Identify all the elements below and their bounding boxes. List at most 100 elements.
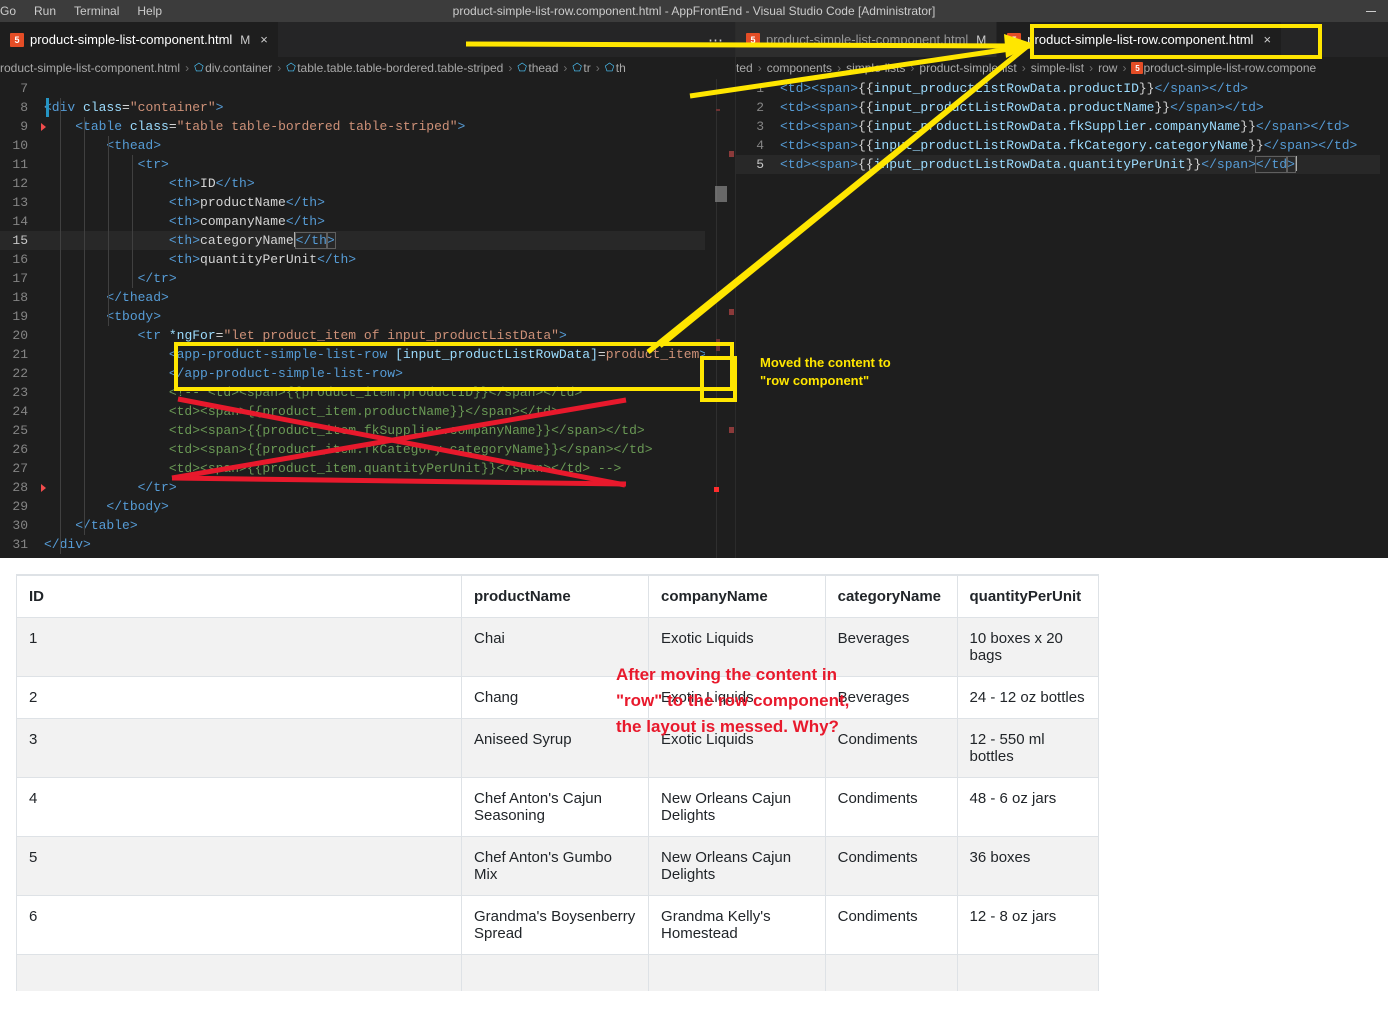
table-body: 1 Chai Exotic Liquids Beverages 10 boxes x 2… [15, 617, 1124, 991]
column-header-id: ID [15, 574, 463, 618]
breadcrumb-item-table[interactable]: table.table.table-bordered.table-striped [297, 61, 503, 75]
table-head: ID productName companyName categoryName … [15, 574, 1124, 618]
table-row: 5 Chef Anton's Gumbo Mix New Orleans Cajun… [15, 836, 1124, 896]
scrollbar-marker [729, 427, 734, 433]
tab-product-simple-list-row-component[interactable]: 5 product-simple-list-row.component.html… [997, 22, 1283, 57]
line-number: 8 [20, 100, 28, 115]
breadcrumb-separator: › [563, 61, 568, 75]
cell-productname: Chef Anton's Gumbo Mix [461, 836, 650, 896]
scrollbar-marker [729, 309, 734, 315]
code-line: 1 <td><span>{{input_productListRowData.p… [736, 79, 1388, 98]
breadcrumb-separator: › [277, 61, 282, 75]
minimap-left[interactable] [705, 79, 727, 558]
breadcrumb-item-tr[interactable]: tr [583, 61, 590, 75]
line-number: 15 [12, 233, 28, 248]
cell-quantityperunit: 12 - 8 oz jars [956, 895, 1099, 955]
line-number: 5 [756, 157, 764, 172]
menu-item-go[interactable]: Go [0, 0, 25, 22]
line-number: 19 [12, 309, 28, 324]
line-number: 28 [12, 480, 28, 495]
line-content: <td><span>{{input_productListRowData.qua… [780, 156, 1297, 173]
browser-preview-pane: ID productName companyName categoryName … [0, 558, 1388, 1028]
cell-filler [1099, 778, 1124, 837]
cell-filler [1099, 837, 1124, 896]
breadcrumb-item-product-simple-list[interactable]: product-simple-list [919, 61, 1016, 75]
cell-productname: Chef Anton's Cajun Seasoning [461, 777, 650, 837]
minimize-button[interactable] [1354, 0, 1388, 22]
menu-item-run[interactable]: Run [25, 0, 65, 22]
menu-item-terminal[interactable]: Terminal [65, 0, 128, 22]
line-content: <table class="table table-bordered table… [75, 119, 466, 134]
column-header-productname: productName [461, 574, 650, 618]
breadcrumb-item-th[interactable]: th [616, 61, 626, 75]
cell-categoryname: Beverages [824, 676, 958, 719]
line-number: 29 [12, 499, 28, 514]
table-row [15, 954, 1124, 991]
cell-id [15, 954, 463, 991]
cell-productname: Chai [461, 617, 650, 677]
html5-file-icon: 5 [1131, 62, 1144, 74]
tab-bar-more-button[interactable]: ⋯ [708, 22, 735, 57]
tab-product-simple-list-component[interactable]: 5 product-simple-list-component.html M × [0, 22, 279, 57]
line-number: 21 [12, 347, 28, 362]
line-number: 11 [12, 157, 28, 172]
html5-file-icon: 5 [746, 32, 760, 47]
line-number: 1 [756, 81, 764, 96]
breadcrumb-item-simple-lists[interactable]: simple-lists [846, 61, 905, 75]
tab-product-simple-list-component-right[interactable]: 5 product-simple-list-component.html M [736, 22, 998, 57]
breadcrumb-item-components[interactable]: components [767, 61, 832, 75]
tab-label: product-simple-list-row.component.html [1027, 32, 1254, 47]
breadcrumb-item-row[interactable]: row [1098, 61, 1117, 75]
breadcrumb-item-ted[interactable]: ted [736, 61, 753, 75]
line-content: <td><span>{{input_productListRowData.fkC… [780, 138, 1358, 153]
table-row: 1 Chai Exotic Liquids Beverages 10 boxes x 2… [15, 617, 1124, 677]
code-editor-left[interactable]: 7 8 <div class="container"> 9 <table cla… [0, 79, 735, 558]
symbol-field-icon: ⬠ [572, 62, 582, 74]
code-line: 27 <td><span>{{product_item.quantityPerU… [0, 459, 735, 478]
code-line: 7 [0, 79, 735, 98]
breadcrumb-item-thead[interactable]: thead [528, 61, 558, 75]
cell-categoryname: Condiments [824, 895, 958, 955]
line-content: <tr> [137, 157, 169, 172]
cell-quantityperunit: 10 boxes x 20 bags [956, 617, 1099, 677]
breadcrumb-item-file[interactable]: roduct-simple-list-component.html [0, 61, 180, 75]
cell-companyname: Exotic Liquids [648, 617, 826, 677]
close-icon[interactable]: × [1263, 32, 1271, 47]
line-number: 7 [20, 81, 28, 96]
cell-quantityperunit: 12 - 550 ml bottles [956, 718, 1099, 778]
code-line: 10 <thead> [0, 136, 735, 155]
cell-id: 2 [15, 676, 463, 719]
line-content: <td><span>{{input_productListRowData.pro… [780, 81, 1249, 96]
minimap-slider[interactable] [715, 186, 727, 202]
table-row: 6 Grandma's Boysenberry Spread Grandma Kel… [15, 895, 1124, 955]
cell-categoryname: Beverages [824, 617, 958, 677]
tab-label: product-simple-list-component.html [30, 32, 233, 47]
folding-marker[interactable] [41, 483, 46, 492]
cell-companyname: Grandma Kelly's Homestead [648, 895, 826, 955]
code-line: 18 </thead> [0, 288, 735, 307]
line-content: <td><span>{{product_item.productName}}</… [44, 404, 559, 419]
code-line: 17 </tr> [0, 269, 735, 288]
html5-file-icon: 5 [10, 32, 24, 47]
line-number: 20 [12, 328, 28, 343]
cell-productname: Grandma's Boysenberry Spread [461, 895, 650, 955]
line-content: <th>ID</th> [168, 176, 255, 191]
cell-companyname: New Orleans Cajun Delights [648, 777, 826, 837]
menu-item-help[interactable]: Help [128, 0, 171, 22]
breadcrumb-item-simple-list[interactable]: simple-list [1031, 61, 1084, 75]
code-editor-right[interactable]: 1 <td><span>{{input_productListRowData.p… [736, 79, 1388, 558]
breadcrumb-separator: › [910, 61, 915, 75]
tab-dirty-indicator: M [976, 32, 987, 47]
modified-gutter-marker [46, 98, 49, 117]
cell-id: 5 [15, 836, 463, 896]
scrollbar-right[interactable] [1380, 79, 1388, 558]
breadcrumb-item-div[interactable]: div.container [205, 61, 272, 75]
cell-productname: Chang [461, 676, 650, 719]
scrollbar-left[interactable] [727, 79, 735, 558]
line-content: <th>quantityPerUnit</th> [168, 252, 357, 267]
table-row: 2 Chang Exotic Liquids Beverages 24 - 12 oz … [15, 676, 1124, 719]
breadcrumb-item-file[interactable]: product-simple-list-row.compone [1143, 61, 1316, 75]
product-table: ID productName companyName categoryName … [15, 574, 1124, 991]
minimize-icon [1366, 10, 1376, 12]
close-icon[interactable]: × [260, 32, 268, 47]
